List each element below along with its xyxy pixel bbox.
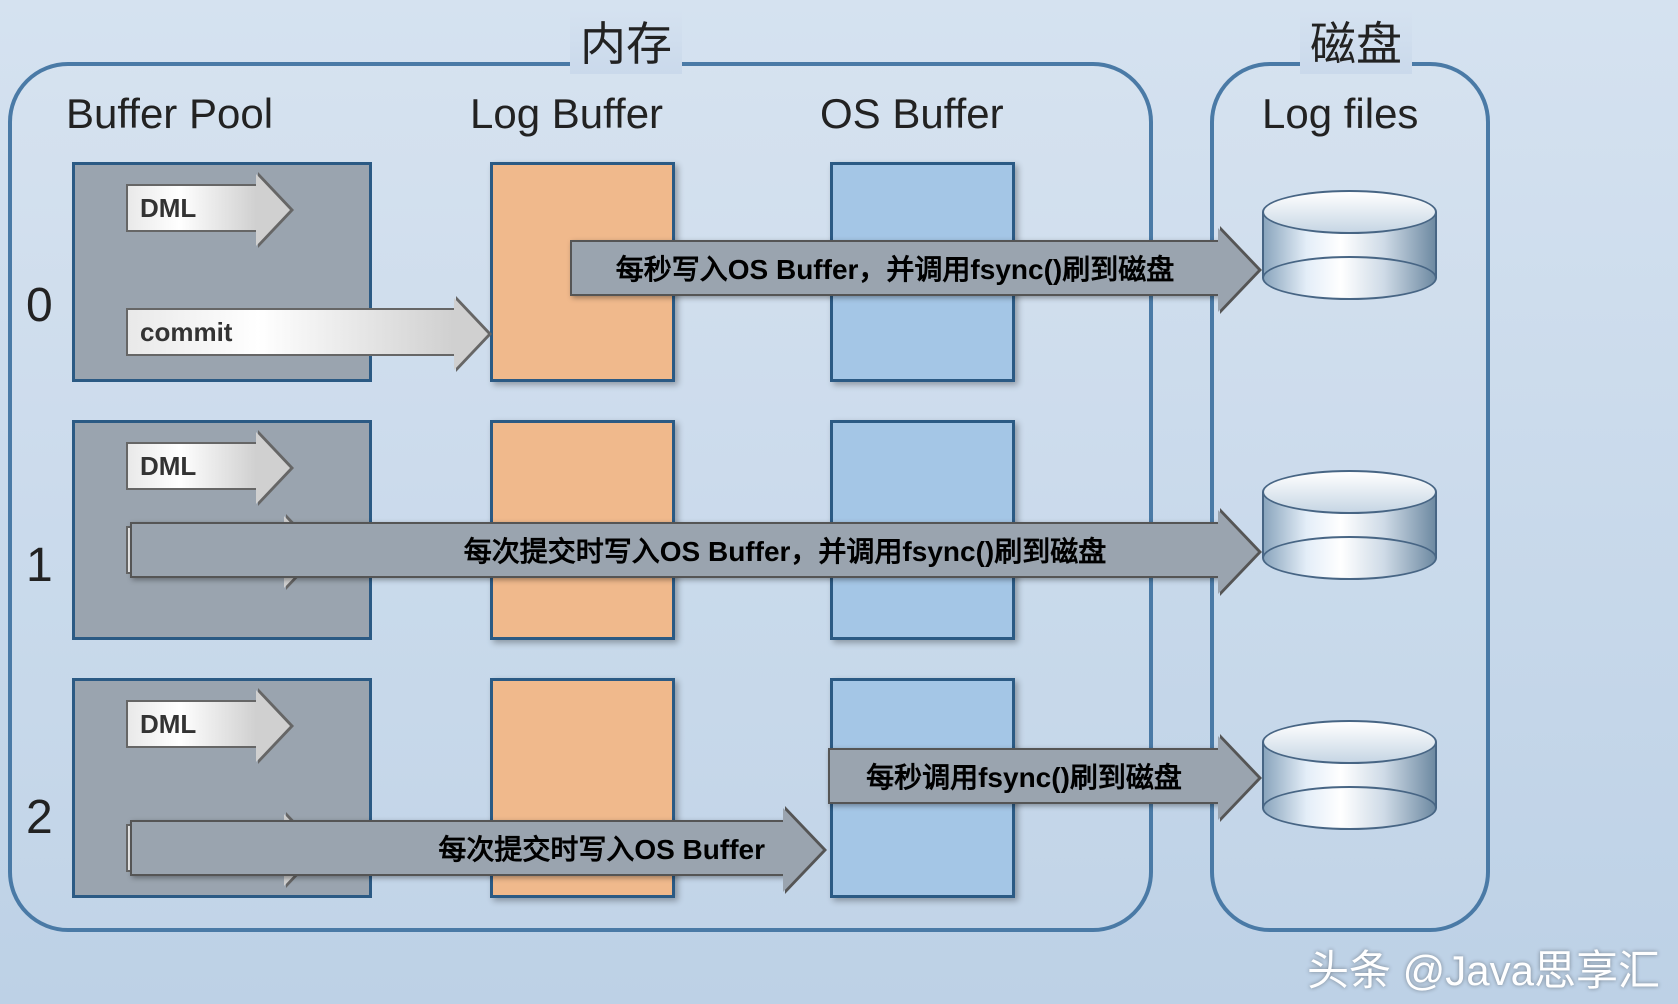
col-os-buffer: OS Buffer bbox=[820, 90, 1004, 138]
dml-arrow-0: DML bbox=[126, 184, 258, 232]
dml-arrow-1: DML bbox=[126, 442, 258, 490]
log-file-cylinder-1 bbox=[1262, 470, 1437, 580]
log-file-cylinder-0 bbox=[1262, 190, 1437, 300]
fsync-arrow-2: 每秒调用fsync()刷到磁盘 bbox=[828, 748, 1220, 804]
memory-title: 内存 bbox=[570, 8, 682, 74]
col-buffer-pool: Buffer Pool bbox=[66, 90, 273, 138]
mode-0-label: 0 bbox=[26, 278, 53, 333]
flush-arrow-1: 每次提交时写入OS Buffer，并调用fsync()刷到磁盘 bbox=[130, 522, 1220, 578]
mode-1-label: 1 bbox=[26, 538, 53, 593]
disk-title: 磁盘 bbox=[1300, 8, 1412, 74]
flush-arrow-0: 每秒写入OS Buffer，并调用fsync()刷到磁盘 bbox=[570, 240, 1220, 296]
log-file-cylinder-2 bbox=[1262, 720, 1437, 830]
dml-arrow-2: DML bbox=[126, 700, 258, 748]
commit-to-os-arrow-2: 每次提交时写入OS Buffer bbox=[130, 820, 785, 876]
commit-arrow-0: commit bbox=[126, 308, 456, 356]
col-log-files: Log files bbox=[1262, 90, 1418, 138]
watermark: 头条 @Java思享汇 bbox=[1307, 937, 1660, 998]
mode-2-label: 2 bbox=[26, 790, 53, 845]
col-log-buffer: Log Buffer bbox=[470, 90, 663, 138]
